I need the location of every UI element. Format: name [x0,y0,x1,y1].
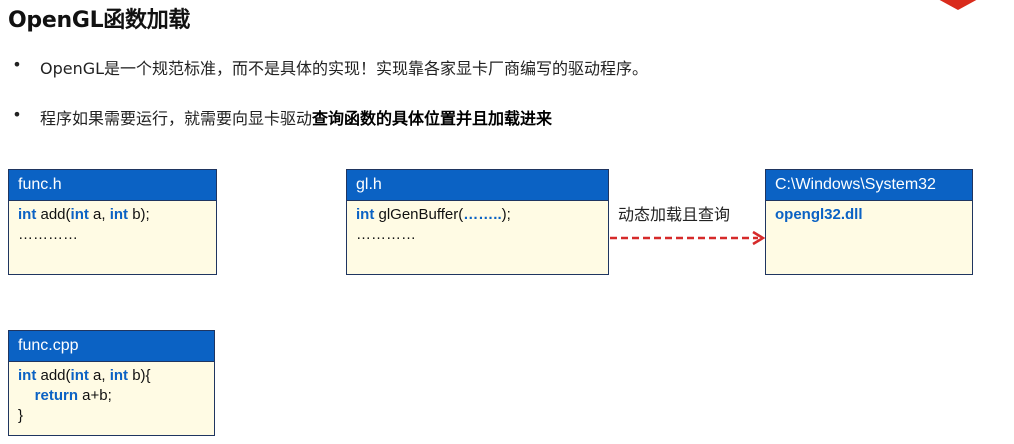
box-body: int glGenBuffer(……..); ………… [347,201,608,249]
code-text: a+b; [78,387,112,404]
bullet-text: 程序如果需要运行，就需要向显卡驱动查询函数的具体位置并且加载进来 [40,105,552,129]
system32-box: C:\Windows\System32 opengl32.dll [765,169,973,275]
code-text: add( [36,206,71,223]
box-body: int add(int a, int b); ………… [9,201,216,249]
code-text: } [18,407,24,424]
box-body: int add(int a, int b){ return a+b; } [9,362,214,430]
keyword-int: int [18,367,37,384]
keyword-int: int [70,206,89,223]
code-text: a, [88,367,110,384]
box-header: C:\Windows\System32 [766,170,972,201]
bullet-marker: • [12,105,22,124]
keyword-int: int [18,206,37,223]
code-ellipsis: ………… [356,226,416,243]
func-h-box: func.h int add(int a, int b); ………… [8,169,217,275]
box-body: opengl32.dll [766,201,972,229]
code-text: b){ [128,367,151,384]
box-header: gl.h [347,170,608,201]
code-text: glGenBuffer( [374,206,464,223]
corner-decoration [939,0,977,10]
box-header: func.h [9,170,216,201]
page-title: OpenGL函数加载 [8,8,191,33]
func-cpp-box: func.cpp int add(int a, int b){ return a… [8,330,215,436]
keyword-int: int [356,206,375,223]
code-text: a, [88,206,110,223]
arrow-label: 动态加载且查询 [618,205,731,224]
keyword-int: int [109,367,129,384]
bullet-text-bold: 查询函数的具体位置并且加载进来 [312,109,553,128]
keyword-int: int [70,367,89,384]
gl-h-box: gl.h int glGenBuffer(……..); ………… [346,169,609,275]
bullet-text: OpenGL是一个规范标准，而不是具体的实现！实现靠各家显卡厂商编写的驱动程序。 [40,59,649,78]
code-text: ); [501,206,511,223]
keyword-int: int [109,206,129,223]
keyword-return: return [34,387,79,404]
dll-name: opengl32.dll [775,206,863,223]
code-text: b); [128,206,150,223]
code-ellipsis: ………… [18,226,78,243]
bullet-marker: • [12,55,22,74]
box-header: func.cpp [9,331,214,362]
code-dots: …….. [463,206,502,223]
dashed-arrow [610,230,766,246]
bullet-text-normal: 程序如果需要运行，就需要向显卡驱动 [40,109,313,128]
code-text: add( [36,367,71,384]
